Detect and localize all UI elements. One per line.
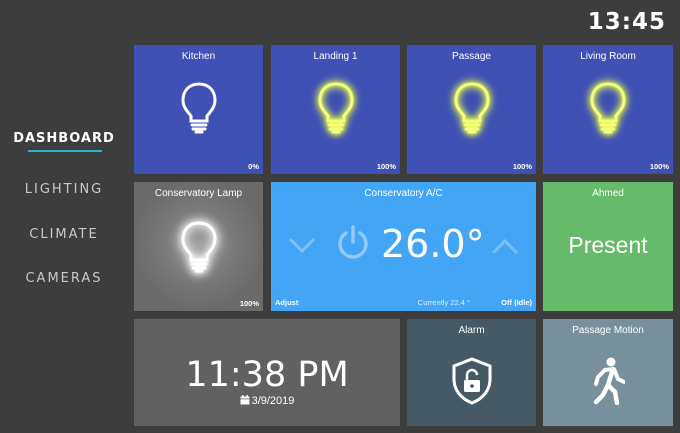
ac-state: Off (Idle) xyxy=(501,298,532,307)
current-time: 11:38 PM xyxy=(185,355,349,395)
presence-status: Present xyxy=(568,232,648,258)
tile-title: Alarm xyxy=(458,325,485,336)
shield-unlocked-icon xyxy=(452,357,492,405)
lightbulb-on-icon xyxy=(317,82,354,134)
current-temperature: Currently 22.4 ° xyxy=(417,298,470,307)
lightbulb-off-icon xyxy=(180,82,217,134)
sidebar-nav: DASHBOARD LIGHTING CLIMATE CAMERAS xyxy=(0,0,134,433)
active-nav-underline xyxy=(28,150,102,152)
tile-conservatory-lamp[interactable]: Conservatory Lamp 100% xyxy=(134,182,263,311)
tile-title: Conservatory A/C xyxy=(364,188,443,199)
lightbulb-on-icon xyxy=(180,221,217,273)
brightness-level: 100% xyxy=(512,162,532,171)
nav-item-cameras[interactable]: CAMERAS xyxy=(0,271,128,286)
tile-time: 11:38 PM 3/9/2019 xyxy=(134,319,400,426)
tile-title: Ahmed xyxy=(592,188,624,199)
adjust-label[interactable]: Adjust xyxy=(275,298,298,307)
nav-item-climate[interactable]: CLIMATE xyxy=(0,227,128,242)
lightbulb-on-icon xyxy=(453,82,490,134)
power-icon[interactable] xyxy=(335,224,371,260)
temperature-setpoint: 26.0° xyxy=(381,222,485,266)
lightbulb-on-icon xyxy=(590,82,626,134)
tile-title: Living Room xyxy=(580,51,636,62)
tile-title: Conservatory Lamp xyxy=(154,188,243,199)
nav-item-lighting[interactable]: LIGHTING xyxy=(0,182,128,197)
tile-living-room[interactable]: Living Room 100% xyxy=(543,45,673,174)
tile-ahmed-presence[interactable]: Ahmed Present xyxy=(543,182,673,311)
nav-item-dashboard[interactable]: DASHBOARD xyxy=(0,131,128,146)
current-date: 3/9/2019 xyxy=(251,395,295,407)
walking-person-icon xyxy=(593,357,625,405)
tile-landing-1[interactable]: Landing 1 100% xyxy=(271,45,400,174)
tile-passage[interactable]: Passage 100% xyxy=(407,45,536,174)
tile-alarm[interactable]: Alarm xyxy=(407,319,536,426)
brightness-level: 100% xyxy=(376,162,396,171)
brightness-level: 0% xyxy=(248,162,259,171)
tile-conservatory-ac[interactable]: Conservatory A/C 26.0° Adjust Currently … xyxy=(271,182,536,311)
tile-passage-motion[interactable]: Passage Motion xyxy=(543,319,673,426)
date-row: 3/9/2019 xyxy=(134,395,400,407)
tile-kitchen[interactable]: Kitchen 0% xyxy=(134,45,263,174)
brightness-level: 100% xyxy=(239,299,259,308)
chevron-up-icon[interactable] xyxy=(490,238,520,256)
tile-title: Passage xyxy=(452,51,491,62)
tile-title: Landing 1 xyxy=(313,51,358,62)
clock: 13:45 xyxy=(587,9,666,35)
calendar-icon xyxy=(240,395,250,405)
brightness-level: 100% xyxy=(649,162,669,171)
chevron-down-icon[interactable] xyxy=(287,236,317,254)
tile-title: Passage Motion xyxy=(572,325,644,336)
tile-title: Kitchen xyxy=(181,51,216,62)
